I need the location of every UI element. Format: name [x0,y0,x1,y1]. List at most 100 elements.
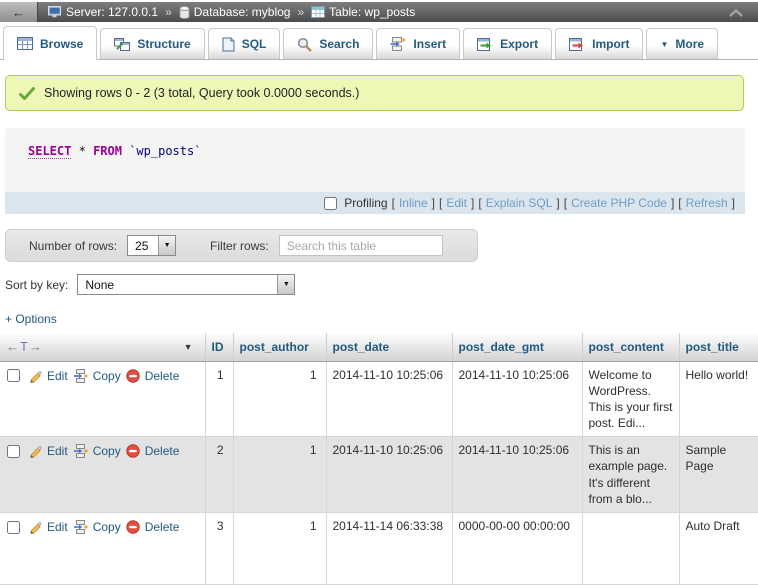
header-post-title[interactable]: post_title [679,333,758,361]
sql-icon [222,37,235,52]
cell-post-date-gmt: 0000-00-00 00:00:00 [452,513,582,585]
breadcrumb-database[interactable]: Database: myblog [179,5,291,19]
filter-input[interactable] [279,235,443,256]
table-row: Edit Copy Delete 2 1 2014-11-10 10:25:06… [0,437,758,513]
select-dropdown-button: ▼ [277,275,294,294]
header-post-author[interactable]: post_author [233,333,326,361]
edit-row-link[interactable]: Edit [47,443,68,459]
create-php-code-link[interactable]: Create PHP Code [571,196,667,210]
breadcrumb-server-link[interactable]: Server: 127.0.0.1 [66,5,158,19]
header-post-date[interactable]: post_date [326,333,452,361]
success-check-icon [19,87,35,100]
copy-icon [73,520,88,534]
tab-label: Search [319,37,359,51]
sql-keyword-from: FROM [93,144,122,158]
sql-table-ref: `wp_posts` [129,144,201,158]
cell-id: 3 [205,513,233,585]
cell-post-title: Sample Page [679,437,758,513]
refresh-link[interactable]: Refresh [686,196,728,210]
rows-select-value: 25 [128,236,158,255]
breadcrumb-table-link[interactable]: Table: wp_posts [329,5,415,19]
bracket: [ [564,196,567,210]
profiling-checkbox[interactable] [324,197,337,210]
sql-query: SELECT * FROM `wp_posts` [5,128,745,192]
rows-label: Number of rows: [29,239,117,253]
tab-label: Browse [40,37,83,51]
tab-more[interactable]: ▼ More [646,28,718,59]
header-id[interactable]: ID [205,333,233,361]
pencil-icon [28,520,42,534]
delete-row-link[interactable]: Delete [145,368,180,384]
breadcrumb-separator: » [297,5,304,19]
cell-post-title: Hello world! [679,361,758,437]
breadcrumb-database-link[interactable]: Database: myblog [194,5,291,19]
actions-cell: Edit Copy Delete [0,437,205,513]
number-of-rows-select[interactable]: 25 ▼ [127,235,176,256]
cell-id: 1 [205,361,233,437]
cell-post-title: Auto Draft [679,513,758,585]
table-row: Edit Copy Delete 3 1 2014-11-14 06:33:38… [0,513,758,585]
column-options-caret-icon[interactable]: ▼ [184,342,193,352]
tab-sql[interactable]: SQL [208,28,281,59]
copy-row-link[interactable]: Copy [93,443,121,459]
tab-label: Import [592,37,629,51]
tab-browse[interactable]: Browse [3,26,97,60]
sql-star: * [79,144,86,158]
delete-row-link[interactable]: Delete [145,443,180,459]
row-checkbox[interactable] [7,521,20,534]
row-checkbox[interactable] [7,445,20,458]
tab-insert[interactable]: Insert [376,28,460,59]
tab-export[interactable]: Export [463,28,552,59]
status-message: Showing rows 0 - 2 (3 total, Query took … [5,75,744,111]
bracket: ] [432,196,435,210]
chevron-down-icon: ▼ [283,281,290,288]
bracket: ] [671,196,674,210]
explain-sql-link[interactable]: Explain SQL [486,196,553,210]
tab-label: Export [500,37,538,51]
sql-keyword-select: SELECT [28,144,71,159]
cell-post-content: Welcome to WordPress. This is your first… [582,361,679,437]
tab-label: SQL [242,37,267,51]
tab-import[interactable]: Import [555,28,643,59]
nav-panel-toggle[interactable]: ← [0,2,38,22]
export-icon [477,38,493,51]
edit-query-link[interactable]: Edit [446,196,467,210]
copy-icon [73,369,88,383]
insert-icon [390,37,406,51]
chevron-down-icon: ▼ [660,40,668,49]
collapse-top-icon[interactable] [728,8,744,17]
row-checkbox[interactable] [7,369,20,382]
breadcrumb-table[interactable]: Table: wp_posts [311,5,415,19]
breadcrumb-bar: ← Server: 127.0.0.1 » Database: myblog »… [0,2,758,22]
options-toggle[interactable]: + Options [5,312,57,326]
query-toolbar: Profiling [ Inline ] [ Edit ] [ Explain … [5,192,745,214]
actions-cell: Edit Copy Delete [0,513,205,585]
database-icon [179,6,190,19]
copy-row-link[interactable]: Copy [93,519,121,535]
tab-bar: Browse Structure SQL Search Insert Expor… [0,22,758,60]
header-post-date-gmt[interactable]: post_date_gmt [452,333,582,361]
edit-row-link[interactable]: Edit [47,368,68,384]
tab-structure[interactable]: Structure [100,28,204,59]
pencil-icon [28,369,42,383]
profiling-label: Profiling [344,196,387,210]
status-message-text: Showing rows 0 - 2 (3 total, Query took … [44,86,359,100]
header-post-content[interactable]: post_content [582,333,679,361]
delete-row-link[interactable]: Delete [145,519,180,535]
breadcrumb-separator: » [165,5,172,19]
import-icon [569,38,585,51]
pencil-icon [28,444,42,458]
sort-by-key-select[interactable]: None ▼ [77,274,295,295]
cell-post-date: 2014-11-14 06:33:38 [326,513,452,585]
edit-row-link[interactable]: Edit [47,519,68,535]
copy-row-link[interactable]: Copy [93,368,121,384]
server-icon [48,6,62,18]
tab-search[interactable]: Search [283,28,373,59]
breadcrumb-server[interactable]: Server: 127.0.0.1 [48,5,158,19]
sort-select-value: None [78,275,277,294]
inline-link[interactable]: Inline [399,196,428,210]
search-icon [297,37,312,52]
transpose-icon[interactable]: ←T→ [6,339,43,354]
delete-icon [126,444,140,458]
sql-query-box: SELECT * FROM `wp_posts` Profiling [ Inl… [5,128,745,214]
